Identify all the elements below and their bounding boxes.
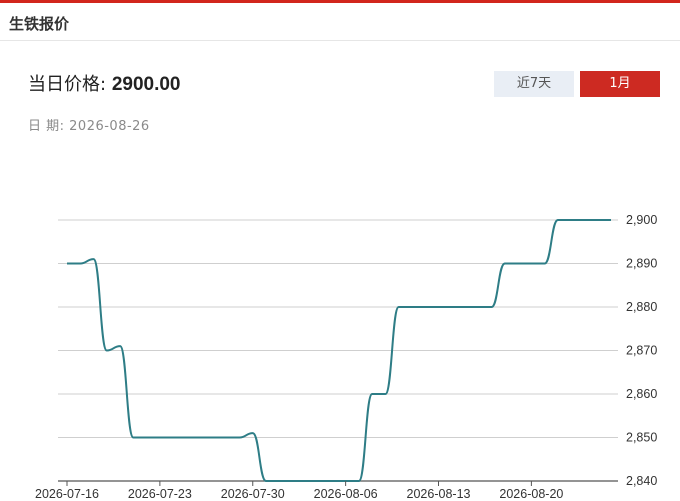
x-tick-label: 2026-08-06 (314, 487, 378, 501)
y-tick-label: 2,900 (626, 213, 657, 227)
price-line-chart: 2,840 2,850 2,860 2,870 2,880 2,890 2,900 2026… (35, 213, 657, 501)
y-tick-label: 2,860 (626, 387, 657, 401)
y-tick-label: 2,840 (626, 474, 657, 488)
x-tick-label: 2026-07-16 (35, 487, 99, 501)
x-tick-label: 2026-08-20 (499, 487, 563, 501)
y-tick-label: 2,870 (626, 344, 657, 358)
x-tick-label: 2026-07-23 (128, 487, 192, 501)
y-tick-label: 2,880 (626, 300, 657, 314)
x-tick-label: 2026-07-30 (221, 487, 285, 501)
x-tick-label: 2026-08-13 (407, 487, 471, 501)
y-tick-label: 2,850 (626, 431, 657, 445)
y-tick-label: 2,890 (626, 257, 657, 271)
